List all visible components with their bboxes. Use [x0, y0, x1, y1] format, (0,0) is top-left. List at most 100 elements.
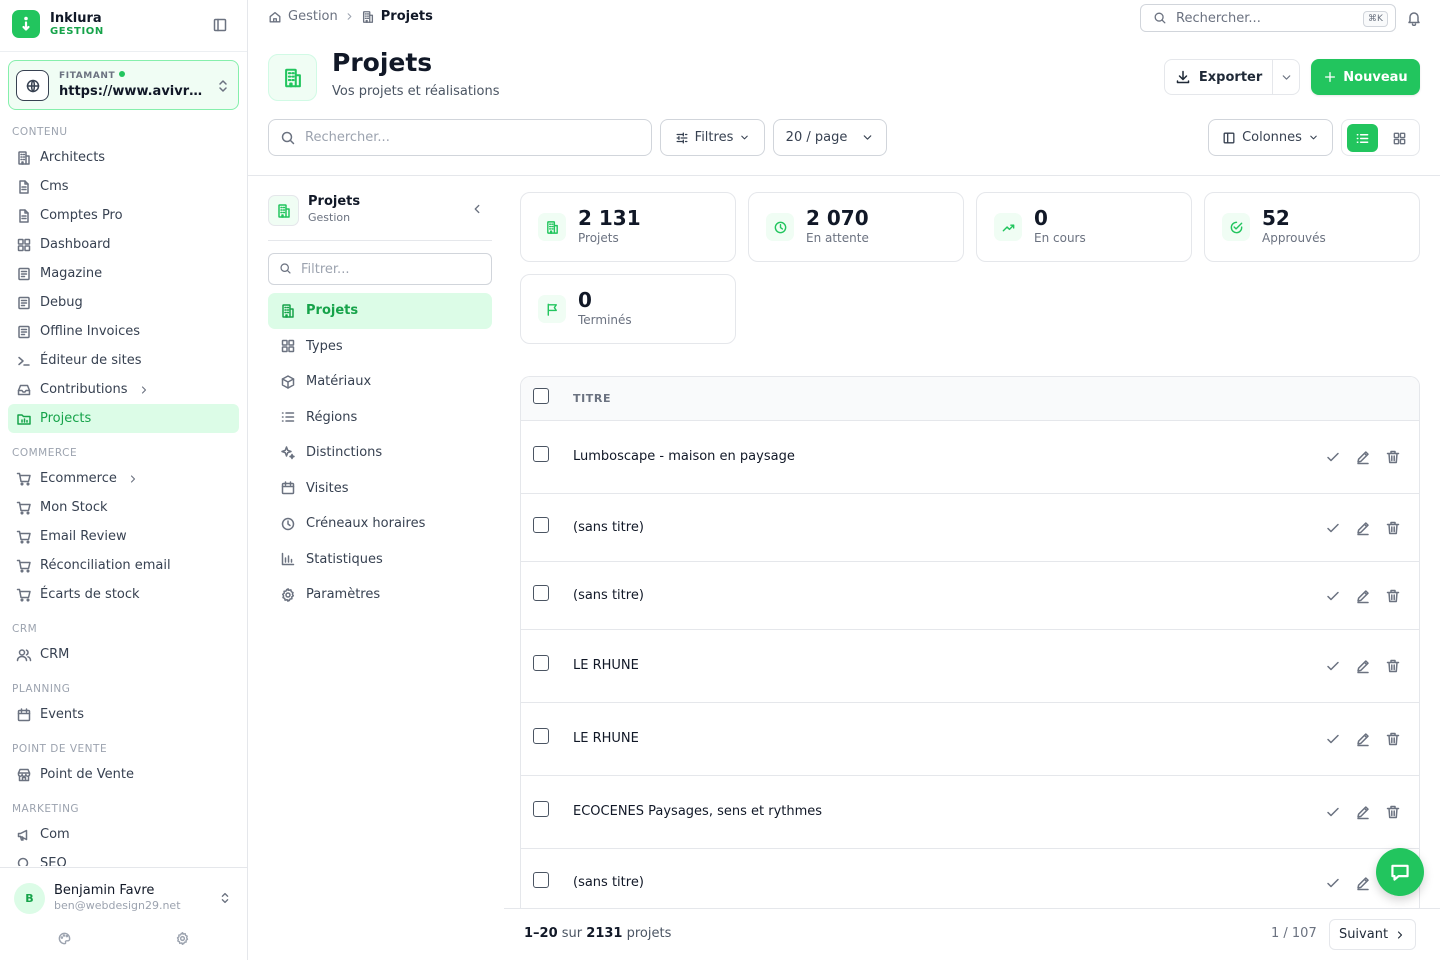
- subnav-item-creneaux-horaires[interactable]: Créneaux horaires: [268, 506, 492, 542]
- pencil-icon[interactable]: [1355, 588, 1371, 604]
- trash-icon[interactable]: [1385, 588, 1401, 604]
- subnav-item-types[interactable]: Types: [268, 329, 492, 365]
- sidebar-item-crm[interactable]: CRM: [8, 640, 239, 669]
- stat-card-projets[interactable]: 2 131 Projets: [520, 192, 736, 262]
- sidebar-item-dashboard[interactable]: Dashboard: [8, 230, 239, 259]
- sidebar-item-reconciliation-email[interactable]: Réconciliation email: [8, 551, 239, 580]
- sidebar-item-mon-stock[interactable]: Mon Stock: [8, 493, 239, 522]
- check-icon[interactable]: [1325, 520, 1341, 536]
- row-title[interactable]: (sans titre): [573, 875, 644, 890]
- pencil-icon[interactable]: [1355, 520, 1371, 536]
- sidebar-item-architects[interactable]: Architects: [8, 143, 239, 172]
- subnav-item-statistiques[interactable]: Statistiques: [268, 542, 492, 578]
- subnav-item-projets[interactable]: Projets: [268, 293, 492, 329]
- check-icon[interactable]: [1325, 449, 1341, 465]
- check-icon[interactable]: [1325, 875, 1341, 891]
- new-project-button[interactable]: Nouveau: [1311, 59, 1420, 95]
- sidebar-item-editeur-de-sites[interactable]: Éditeur de sites: [8, 346, 239, 375]
- table-row[interactable]: (sans titre): [521, 494, 1419, 562]
- pencil-icon[interactable]: [1355, 875, 1371, 891]
- bell-icon[interactable]: [1406, 10, 1422, 26]
- pencil-icon[interactable]: [1355, 731, 1371, 747]
- pencil-icon[interactable]: [1355, 804, 1371, 820]
- trash-icon[interactable]: [1385, 658, 1401, 674]
- grid-view-button[interactable]: [1384, 124, 1415, 152]
- stat-card-approuves[interactable]: 52 Approuvés: [1204, 192, 1420, 262]
- palette-icon[interactable]: [57, 931, 72, 946]
- list-view-button[interactable]: [1347, 124, 1378, 152]
- trash-icon[interactable]: [1385, 449, 1401, 465]
- chevron-left-icon[interactable]: [470, 202, 484, 216]
- check-icon[interactable]: [1325, 731, 1341, 747]
- subnav-item-distinctions[interactable]: Distinctions: [268, 435, 492, 471]
- sidebar-item-comptes-pro[interactable]: Comptes Pro: [8, 201, 239, 230]
- row-checkbox[interactable]: [533, 801, 549, 817]
- export-button[interactable]: Exporter: [1165, 60, 1274, 94]
- subnav-filter-input[interactable]: Filtrer...: [268, 253, 492, 285]
- trash-icon[interactable]: [1385, 520, 1401, 536]
- check-icon[interactable]: [1325, 588, 1341, 604]
- table-row[interactable]: Lumboscape - maison en paysage: [521, 421, 1419, 494]
- table-row[interactable]: LE RHUNE: [521, 630, 1419, 703]
- sidebar-item-seo[interactable]: SEO: [8, 849, 239, 866]
- next-page-button[interactable]: Suivant: [1329, 919, 1416, 950]
- row-title[interactable]: (sans titre): [573, 520, 644, 535]
- sidebar-item-point-de-vente[interactable]: Point de Vente: [8, 760, 239, 789]
- gear-icon[interactable]: [175, 931, 190, 946]
- sidebar-item-contributions[interactable]: Contributions: [8, 375, 239, 404]
- row-checkbox[interactable]: [533, 655, 549, 671]
- subnav-item-visites[interactable]: Visites: [268, 471, 492, 507]
- chat-button[interactable]: [1376, 848, 1424, 896]
- sidebar-item-magazine[interactable]: Magazine: [8, 259, 239, 288]
- row-title[interactable]: (sans titre): [573, 588, 644, 603]
- check-icon[interactable]: [1325, 804, 1341, 820]
- sidebar-item-events[interactable]: Events: [8, 700, 239, 729]
- table-row[interactable]: (sans titre): [521, 849, 1420, 908]
- sidebar-item-offline-invoices[interactable]: Offline Invoices: [8, 317, 239, 346]
- brand-logo-icon[interactable]: [12, 10, 40, 38]
- trash-icon[interactable]: [1385, 731, 1401, 747]
- row-checkbox[interactable]: [533, 871, 549, 888]
- table-row[interactable]: (sans titre): [521, 562, 1419, 630]
- global-search-input[interactable]: Rechercher... ⌘K: [1140, 4, 1396, 32]
- per-page-select[interactable]: 20 / page: [773, 119, 887, 156]
- sidebar-item-cms[interactable]: Cms: [8, 172, 239, 201]
- filters-button[interactable]: Filtres: [660, 119, 765, 156]
- export-menu-button[interactable]: [1273, 60, 1299, 94]
- row-title[interactable]: LE RHUNE: [573, 731, 639, 746]
- sidebar-item-ecommerce[interactable]: Ecommerce: [8, 464, 239, 493]
- sidebar-item-projects[interactable]: Projects: [8, 404, 239, 433]
- chevron-down-icon: [739, 132, 750, 143]
- row-checkbox[interactable]: [533, 446, 549, 462]
- trash-icon[interactable]: [1385, 804, 1401, 820]
- sidebar-item-ecarts-de-stock[interactable]: Écarts de stock: [8, 580, 239, 609]
- select-all-checkbox[interactable]: [533, 388, 549, 404]
- list-search-input[interactable]: Rechercher...: [268, 119, 652, 156]
- row-title[interactable]: LE RHUNE: [573, 658, 639, 673]
- stat-card-termines[interactable]: 0 Terminés: [520, 274, 736, 344]
- pencil-icon[interactable]: [1355, 658, 1371, 674]
- row-title[interactable]: Lumboscape - maison en paysage: [573, 449, 795, 464]
- row-checkbox[interactable]: [533, 728, 549, 744]
- row-checkbox[interactable]: [533, 584, 549, 601]
- subnav-item-materiaux[interactable]: Matériaux: [268, 364, 492, 400]
- table-row[interactable]: LE RHUNE: [521, 703, 1419, 776]
- site-switcher[interactable]: FITAMANT https://www.avivre-paysages.fr: [8, 60, 239, 110]
- breadcrumb-root[interactable]: Gestion: [288, 9, 338, 24]
- subnav-item-regions[interactable]: Régions: [268, 400, 492, 436]
- sidebar-item-com[interactable]: Com: [8, 820, 239, 849]
- user-menu[interactable]: B Benjamin Favre ben@webdesign29.net: [0, 867, 247, 960]
- column-header-title[interactable]: TITRE: [573, 392, 611, 405]
- sidebar-item-email-review[interactable]: Email Review: [8, 522, 239, 551]
- table-row[interactable]: ECOCENES Paysages, sens et rythmes: [521, 776, 1419, 849]
- row-checkbox[interactable]: [533, 516, 549, 533]
- row-title[interactable]: ECOCENES Paysages, sens et rythmes: [573, 804, 822, 819]
- check-icon[interactable]: [1325, 658, 1341, 674]
- pencil-icon[interactable]: [1355, 449, 1371, 465]
- sidebar-collapse-icon[interactable]: [212, 17, 228, 33]
- stat-card-en-cours[interactable]: 0 En cours: [976, 192, 1192, 262]
- sidebar-item-debug[interactable]: Debug: [8, 288, 239, 317]
- columns-button[interactable]: Colonnes: [1208, 119, 1333, 156]
- subnav-item-parametres[interactable]: Paramètres: [268, 577, 492, 613]
- stat-card-en-attente[interactable]: 2 070 En attente: [748, 192, 964, 262]
